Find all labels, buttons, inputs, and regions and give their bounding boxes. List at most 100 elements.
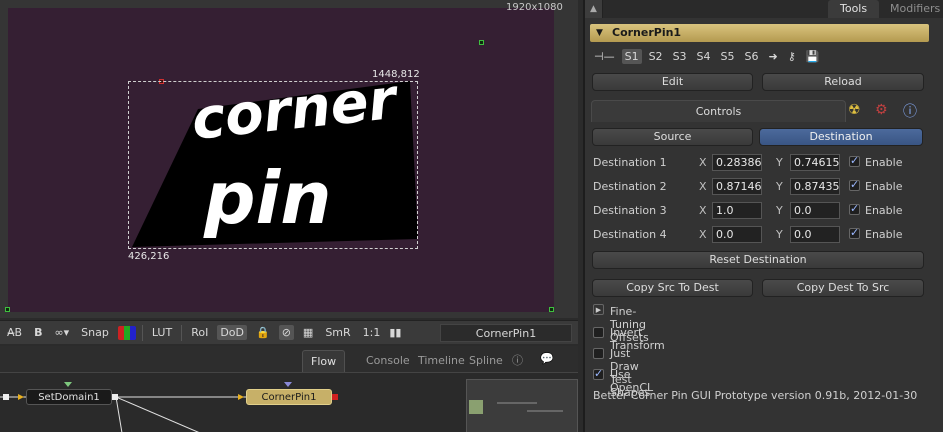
enable-checkbox[interactable] — [849, 202, 860, 215]
link-icon[interactable]: ⊘ — [278, 325, 294, 340]
color-channels-icon[interactable] — [117, 325, 136, 340]
reset-destination-button[interactable]: Reset Destination — [592, 251, 924, 269]
text-style-icon[interactable]: A̶B — [4, 325, 25, 340]
enable-label: Enable — [865, 180, 903, 193]
enable-checkbox[interactable] — [849, 226, 860, 239]
reload-button[interactable]: Reload — [762, 73, 924, 91]
version-footer: Better Corner Pin GUI Prototype version … — [593, 389, 918, 402]
destination-label: Destination 3 — [593, 204, 667, 217]
ratio-button[interactable]: 1:1 — [360, 325, 384, 340]
destination-row: Destination 3 X 1.0 Y 0.0 Enable — [585, 201, 943, 221]
viewer-panel: 1920x1080 corner pin 1448,812 426,216 — [0, 0, 578, 318]
gear-icon[interactable]: ⚙ — [875, 102, 888, 118]
key-icon[interactable]: ⚷ — [785, 49, 799, 64]
destination-button[interactable]: Destination — [759, 128, 923, 146]
enable-label: Enable — [865, 204, 903, 217]
y-label: Y — [776, 156, 783, 169]
tab-flow[interactable]: Flow — [302, 350, 346, 372]
tab-tools[interactable]: Tools — [828, 0, 880, 18]
y-label: Y — [776, 204, 783, 217]
lock-icon[interactable]: 🔒 — [253, 325, 273, 340]
destination-y-input[interactable]: 0.746153 — [790, 154, 840, 171]
radioactive-icon[interactable]: ☢ — [848, 102, 861, 118]
tab-modifiers[interactable]: Modifiers — [890, 0, 940, 18]
slot-s6[interactable]: S6 — [742, 49, 762, 64]
tab-controls[interactable]: Controls — [591, 100, 846, 122]
version-slots: ⊣— S1 S2 S3 S4 S5 S6 ➜ ⚷ 💾 — [591, 46, 822, 66]
scroll-up-icon[interactable]: ▲ — [585, 0, 603, 18]
destination-y-input[interactable]: 0.0 — [790, 202, 840, 219]
collapse-icon[interactable]: ▼ — [596, 24, 603, 42]
x-label: X — [699, 204, 707, 217]
slot-s4[interactable]: S4 — [694, 49, 714, 64]
tool-header[interactable]: ▼ CornerPin1 — [590, 24, 929, 42]
corner-handle[interactable] — [479, 40, 484, 45]
tab-timeline[interactable]: Timeline — [418, 354, 465, 367]
dod-button[interactable]: DoD — [217, 325, 247, 340]
arrow-right-icon[interactable]: ➜ — [766, 49, 781, 64]
destination-y-input[interactable]: 0.874358 — [790, 178, 840, 195]
destination-label: Destination 4 — [593, 228, 667, 241]
destination-x-input[interactable]: 1.0 — [712, 202, 762, 219]
slot-s1[interactable]: S1 — [621, 48, 642, 64]
destination-x-input[interactable]: 0.283861 — [712, 154, 762, 171]
glasses-icon[interactable]: ∞▾ — [51, 325, 72, 340]
copy-dest-to-src-button[interactable]: Copy Dest To Src — [762, 279, 924, 297]
slot-s3[interactable]: S3 — [670, 49, 690, 64]
info-icon[interactable]: ⓘ — [512, 352, 523, 368]
smr-button[interactable]: SmR — [322, 325, 353, 340]
use-opencl-checkbox[interactable] — [593, 367, 604, 380]
destination-row: Destination 4 X 0.0 Y 0.0 Enable — [585, 225, 943, 245]
slot-s5[interactable]: S5 — [718, 49, 738, 64]
viewer-canvas[interactable]: 1920x1080 corner pin 1448,812 426,216 — [5, 2, 563, 312]
node-cornerpin[interactable]: CornerPin1 — [246, 389, 332, 405]
roi-button[interactable]: RoI — [188, 325, 211, 340]
tab-spline[interactable]: Spline — [469, 354, 503, 367]
enable-checkbox[interactable] — [849, 178, 860, 191]
destination-label: Destination 2 — [593, 180, 667, 193]
x-label: X — [699, 156, 707, 169]
info-icon[interactable]: ⓘ — [903, 101, 917, 121]
separator — [141, 324, 143, 341]
resolution-label: 1920x1080 — [506, 2, 563, 13]
enable-checkbox[interactable] — [849, 154, 860, 167]
bounding-box — [128, 81, 418, 249]
flow-graph[interactable]: SetDomain1 CornerPin1 — [0, 372, 578, 432]
copy-src-to-dest-button[interactable]: Copy Src To Dest — [592, 279, 753, 297]
corner-handle[interactable] — [549, 307, 554, 312]
tool-name: CornerPin1 — [612, 26, 682, 39]
invert-transform-checkbox[interactable] — [593, 327, 604, 338]
lut-button[interactable]: LUT — [149, 325, 175, 340]
destination-label: Destination 1 — [593, 156, 667, 169]
bold-icon[interactable]: B — [31, 325, 45, 340]
pin-icon[interactable]: ⊣— — [591, 49, 618, 64]
flow-tabs: Flow Console Timeline Spline ⓘ 💬 — [0, 346, 578, 372]
bottom-left-coord: 426,216 — [128, 251, 170, 262]
save-icon[interactable]: 💾 — [803, 49, 823, 64]
slot-s2[interactable]: S2 — [646, 49, 666, 64]
tab-console[interactable]: Console — [366, 354, 410, 367]
expand-arrow-icon[interactable]: ▶ — [593, 304, 604, 315]
viewer-toolbar: A̶B B ∞▾ Snap LUT RoI DoD 🔒 ⊘ ▦ SmR 1:1 … — [0, 320, 578, 344]
just-draw-checkbox[interactable] — [593, 348, 604, 359]
destination-y-input[interactable]: 0.0 — [790, 226, 840, 243]
destination-x-input[interactable]: 0.0 — [712, 226, 762, 243]
levels-icon[interactable]: ▮▮ — [389, 326, 401, 339]
edit-button[interactable]: Edit — [592, 73, 753, 91]
separator — [181, 324, 183, 341]
corner-handle[interactable] — [5, 307, 10, 312]
viewer-node-name[interactable]: CornerPin1 — [440, 324, 572, 342]
destination-row: Destination 2 X 0.871469 Y 0.874358 Enab… — [585, 177, 943, 197]
flow-navigator[interactable] — [466, 379, 578, 432]
checker-icon[interactable]: ▦ — [300, 325, 316, 340]
source-button[interactable]: Source — [592, 128, 753, 146]
snap-button[interactable]: Snap — [78, 325, 112, 340]
x-label: X — [699, 180, 707, 193]
destination-x-input[interactable]: 0.871469 — [712, 178, 762, 195]
top-right-coord: 1448,812 — [372, 69, 420, 80]
chat-icon[interactable]: 💬 — [540, 352, 554, 365]
node-setdomain[interactable]: SetDomain1 — [26, 389, 112, 405]
y-label: Y — [776, 180, 783, 193]
x-label: X — [699, 228, 707, 241]
y-label: Y — [776, 228, 783, 241]
